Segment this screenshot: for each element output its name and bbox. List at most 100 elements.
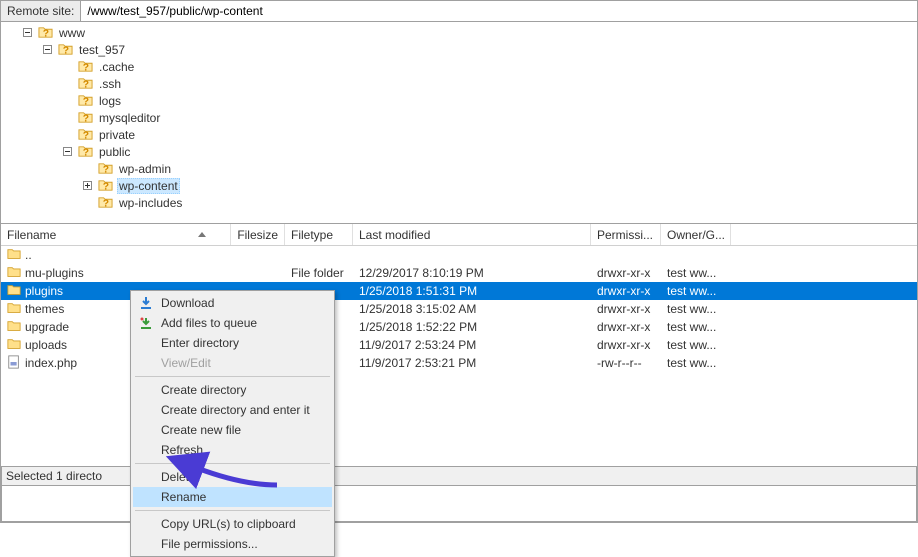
remote-path-input[interactable]: [81, 1, 917, 21]
tree-item[interactable]: ? test_957: [1, 41, 917, 58]
column-last-modified[interactable]: Last modified: [353, 224, 591, 245]
menu-item-refresh[interactable]: Refresh: [133, 440, 332, 460]
file-name: themes: [25, 302, 64, 316]
folder-unknown-icon: ?: [78, 59, 93, 74]
menu-item-file-permissions[interactable]: File permissions...: [133, 534, 332, 554]
menu-item-enter-directory[interactable]: Enter directory: [133, 333, 332, 353]
menu-item-create-directory[interactable]: Create directory: [133, 380, 332, 400]
file-list-header: Filename Filesize Filetype Last modified…: [1, 224, 917, 246]
tree-item[interactable]: ? .ssh: [1, 75, 917, 92]
tree-item[interactable]: ? logs: [1, 92, 917, 109]
tree-item-label: wp-admin: [117, 162, 173, 176]
folder-icon: [7, 283, 21, 300]
menu-item-label: Download: [161, 296, 214, 310]
remote-site-bar: Remote site:: [0, 0, 918, 22]
folder-icon: [7, 301, 21, 318]
file-owner: test ww...: [661, 356, 731, 370]
svg-text:?: ?: [63, 45, 69, 56]
folder-unknown-icon: ?: [78, 144, 93, 159]
tree-item-label: mysqleditor: [97, 111, 162, 125]
menu-item-create-directory-and-enter-it[interactable]: Create directory and enter it: [133, 400, 332, 420]
file-permissions: drwxr-xr-x: [591, 320, 661, 334]
svg-text:?: ?: [103, 198, 109, 209]
tree-item[interactable]: ? public: [1, 143, 917, 160]
tree-item[interactable]: ?wp-content: [1, 177, 917, 194]
menu-separator: [135, 376, 330, 377]
svg-text:?: ?: [83, 79, 89, 90]
menu-item-label: Create new file: [161, 423, 241, 437]
file-permissions: drwxr-xr-x: [591, 338, 661, 352]
folder-unknown-icon: ?: [78, 76, 93, 91]
column-filename[interactable]: Filename: [1, 224, 231, 245]
tree-item[interactable]: ?wp-includes: [1, 194, 917, 211]
file-owner: test ww...: [661, 320, 731, 334]
tree-item[interactable]: ?mysqleditor: [1, 109, 917, 126]
context-menu[interactable]: Download Add files to queue Enter director…: [130, 290, 335, 557]
tree-item[interactable]: ? .cache: [1, 58, 917, 75]
folder-unknown-icon: ?: [98, 178, 113, 193]
file-name: upgrade: [25, 320, 69, 334]
tree-expander-icon[interactable]: [81, 179, 94, 192]
tree-item[interactable]: ? wp-admin: [1, 160, 917, 177]
file-owner: test ww...: [661, 302, 731, 316]
tree-item-label: test_957: [77, 43, 127, 57]
tree-item-label: .ssh: [97, 77, 123, 91]
menu-item-label: Create directory and enter it: [161, 403, 310, 417]
svg-text:?: ?: [83, 130, 89, 141]
folder-unknown-icon: ?: [78, 93, 93, 108]
column-owner[interactable]: Owner/G...: [661, 224, 731, 245]
file-name: uploads: [25, 338, 67, 352]
menu-item-label: Delete: [161, 470, 196, 484]
folder-icon: [7, 265, 21, 282]
svg-text:?: ?: [43, 28, 49, 39]
file-permissions: -rw-r--r--: [591, 356, 661, 370]
file-modified: 12/29/2017 8:10:19 PM: [353, 266, 591, 280]
menu-item-delete[interactable]: Delete: [133, 467, 332, 487]
tree-item-label: www: [57, 26, 87, 40]
file-modified: 1/25/2018 1:51:31 PM: [353, 284, 591, 298]
menu-item-create-new-file[interactable]: Create new file: [133, 420, 332, 440]
column-filesize[interactable]: Filesize: [231, 224, 285, 245]
file-modified: 11/9/2017 2:53:21 PM: [353, 356, 591, 370]
menu-item-label: Enter directory: [161, 336, 239, 350]
download-icon: [138, 295, 154, 311]
file-permissions: drwxr-xr-x: [591, 284, 661, 298]
folder-unknown-icon: ?: [98, 161, 113, 176]
remote-site-label: Remote site:: [1, 1, 81, 21]
column-filetype[interactable]: Filetype: [285, 224, 353, 245]
menu-item-view-edit: View/Edit: [133, 353, 332, 373]
menu-item-copy-url-s-to-clipboard[interactable]: Copy URL(s) to clipboard: [133, 514, 332, 534]
file-row[interactable]: mu-pluginsFile folder12/29/2017 8:10:19 …: [1, 264, 917, 282]
column-permissions[interactable]: Permissi...: [591, 224, 661, 245]
file-owner: test ww...: [661, 266, 731, 280]
file-permissions: drwxr-xr-x: [591, 266, 661, 280]
tree-item-label: logs: [97, 94, 123, 108]
menu-item-label: File permissions...: [161, 537, 258, 551]
file-name: ..: [25, 248, 32, 262]
menu-item-add-files-to-queue[interactable]: Add files to queue: [133, 313, 332, 333]
svg-text:?: ?: [103, 181, 109, 192]
folder-icon: [7, 247, 21, 264]
tree-expander-icon[interactable]: [21, 26, 34, 39]
svg-text:?: ?: [83, 147, 89, 158]
tree-item[interactable]: ? www: [1, 24, 917, 41]
file-modified: 11/9/2017 2:53:24 PM: [353, 338, 591, 352]
file-owner: test ww...: [661, 338, 731, 352]
remote-tree-panel[interactable]: ?www?test_957?.cache?.ssh?logs?mysqledit…: [0, 22, 918, 224]
menu-item-rename[interactable]: Rename: [133, 487, 332, 507]
folder-icon: [7, 337, 21, 354]
tree-item[interactable]: ?private: [1, 126, 917, 143]
menu-item-label: View/Edit: [161, 356, 211, 370]
menu-item-label: Copy URL(s) to clipboard: [161, 517, 296, 531]
menu-item-label: Rename: [161, 490, 206, 504]
file-type: File folder: [285, 266, 353, 280]
svg-text:?: ?: [103, 164, 109, 175]
tree-item-label: .cache: [97, 60, 136, 74]
folder-unknown-icon: ?: [58, 42, 73, 57]
file-owner: test ww...: [661, 284, 731, 298]
tree-item-label: public: [97, 145, 132, 159]
tree-expander-icon[interactable]: [41, 43, 54, 56]
menu-item-download[interactable]: Download: [133, 293, 332, 313]
tree-expander-icon[interactable]: [61, 145, 74, 158]
file-row[interactable]: ..: [1, 246, 917, 264]
